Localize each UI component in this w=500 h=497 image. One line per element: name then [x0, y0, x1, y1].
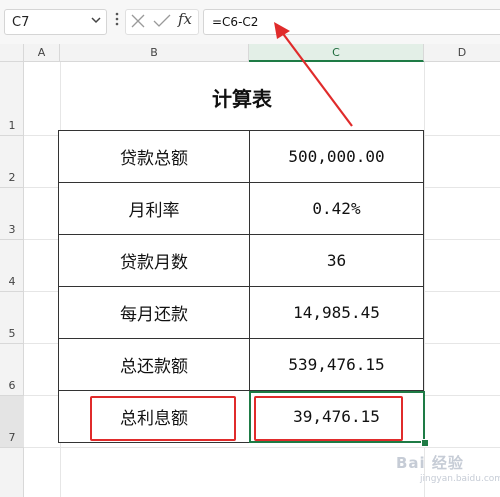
watermark-subtext: jingyan.baidu.com — [420, 474, 500, 484]
watermark: Bai 经验 — [396, 454, 464, 472]
annotation-arrow-icon — [274, 22, 353, 127]
